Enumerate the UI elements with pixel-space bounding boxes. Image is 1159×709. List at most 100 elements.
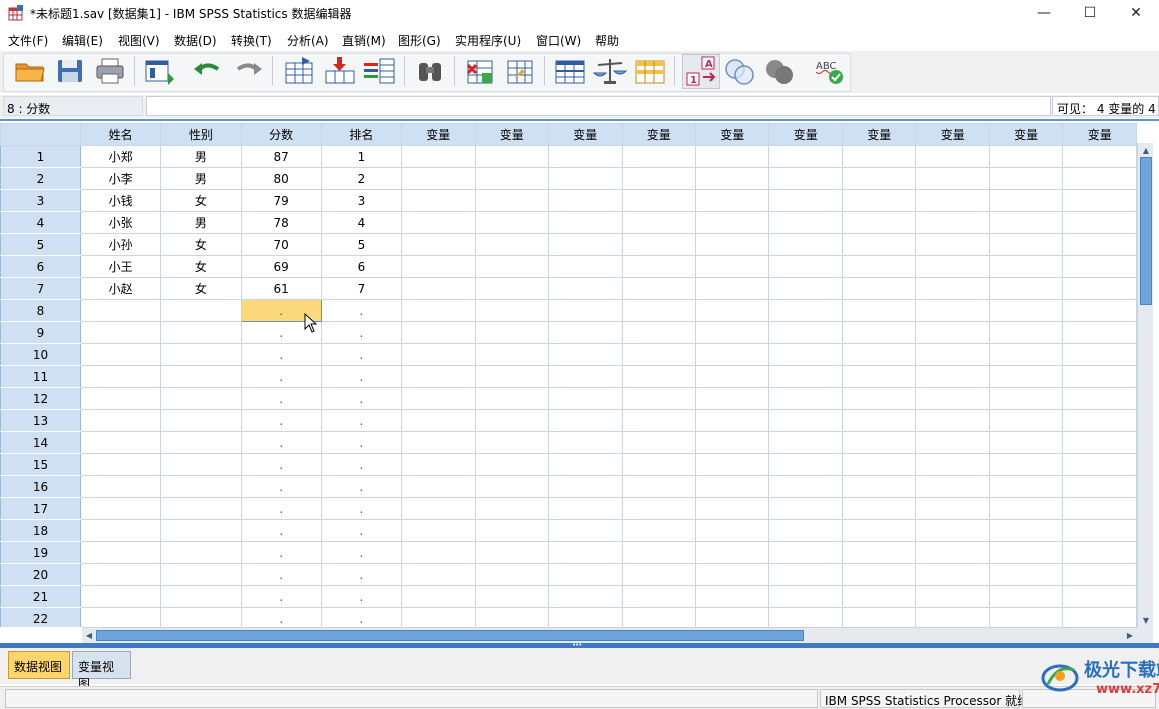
empty-variable-header[interactable]: 变量 — [915, 123, 990, 146]
empty-variable-header[interactable]: 变量 — [768, 123, 843, 146]
data-cell[interactable] — [160, 365, 242, 388]
data-cell[interactable]: 5 — [320, 233, 403, 256]
empty-variable-header[interactable]: 变量 — [988, 123, 1064, 146]
data-cell[interactable] — [621, 211, 697, 234]
menu-data[interactable]: 数据(D) — [174, 32, 217, 49]
data-cell[interactable] — [841, 211, 917, 234]
tab-variable-view[interactable]: 变量视图 — [72, 651, 131, 691]
data-cell[interactable] — [694, 409, 770, 432]
find-icon[interactable] — [412, 55, 448, 87]
data-cell[interactable] — [79, 431, 162, 454]
data-cell[interactable] — [621, 607, 697, 627]
data-cell[interactable] — [79, 343, 162, 366]
data-cell[interactable] — [79, 299, 162, 322]
goto-variable-icon[interactable] — [322, 55, 358, 87]
data-cell[interactable] — [988, 233, 1064, 256]
data-cell[interactable] — [694, 343, 770, 366]
data-cell[interactable] — [548, 321, 623, 344]
data-cell[interactable] — [915, 277, 990, 300]
goto-case-icon[interactable] — [282, 55, 318, 87]
horizontal-scroll-thumb[interactable] — [96, 630, 804, 641]
data-cell[interactable] — [694, 453, 770, 476]
data-cell[interactable] — [401, 211, 476, 234]
data-cell[interactable] — [988, 387, 1064, 410]
menu-window[interactable]: 窗口(W) — [536, 32, 581, 49]
data-cell[interactable] — [988, 299, 1064, 322]
data-cell[interactable] — [915, 387, 990, 410]
data-cell[interactable] — [768, 519, 843, 542]
data-cell[interactable] — [915, 233, 990, 256]
weight-cases-icon[interactable] — [592, 55, 628, 87]
data-cell[interactable]: 87 — [240, 145, 322, 168]
empty-variable-header[interactable]: 变量 — [474, 123, 550, 146]
column-header[interactable]: 姓名 — [79, 123, 162, 146]
data-cell[interactable] — [79, 541, 162, 564]
data-cell[interactable] — [160, 453, 242, 476]
data-cell[interactable] — [694, 497, 770, 520]
data-cell[interactable] — [1062, 607, 1137, 627]
data-cell[interactable] — [621, 497, 697, 520]
data-cell[interactable] — [694, 563, 770, 586]
empty-variable-header[interactable]: 变量 — [621, 123, 697, 146]
data-cell[interactable] — [160, 475, 242, 498]
data-cell[interactable] — [915, 343, 990, 366]
data-cell[interactable] — [160, 519, 242, 542]
spell-check-icon[interactable]: ABC — [810, 55, 846, 87]
data-cell[interactable] — [841, 343, 917, 366]
data-cell[interactable] — [915, 365, 990, 388]
data-cell[interactable] — [548, 541, 623, 564]
data-cell[interactable] — [768, 475, 843, 498]
menu-view[interactable]: 视图(V) — [118, 32, 160, 49]
insert-cases-icon[interactable] — [462, 55, 498, 87]
data-cell[interactable] — [1062, 365, 1137, 388]
data-cell[interactable] — [621, 585, 697, 608]
menu-analyze[interactable]: 分析(A) — [287, 32, 329, 49]
data-cell[interactable] — [474, 365, 550, 388]
data-cell[interactable]: . — [320, 607, 403, 627]
data-cell[interactable] — [79, 321, 162, 344]
minimize-button[interactable]: — — [1021, 0, 1067, 26]
data-cell[interactable]: 4 — [320, 211, 403, 234]
data-cell[interactable]: . — [320, 387, 403, 410]
data-cell[interactable] — [401, 563, 476, 586]
empty-variable-header[interactable]: 变量 — [401, 123, 476, 146]
data-cell[interactable]: . — [240, 541, 322, 564]
data-cell[interactable] — [1062, 145, 1137, 168]
data-cell[interactable] — [694, 519, 770, 542]
data-cell[interactable] — [988, 585, 1064, 608]
data-cell[interactable] — [768, 497, 843, 520]
data-cell[interactable] — [841, 409, 917, 432]
data-cell[interactable] — [841, 365, 917, 388]
data-cell[interactable]: . — [320, 431, 403, 454]
row-number[interactable]: 12 — [0, 387, 81, 410]
data-cell[interactable] — [768, 145, 843, 168]
data-cell[interactable] — [474, 343, 550, 366]
variables-icon[interactable] — [362, 55, 398, 87]
menu-file[interactable]: 文件(F) — [8, 32, 48, 49]
data-cell[interactable] — [694, 321, 770, 344]
data-cell[interactable]: . — [240, 453, 322, 476]
data-cell[interactable] — [621, 365, 697, 388]
data-cell[interactable]: . — [240, 563, 322, 586]
data-cell[interactable] — [841, 321, 917, 344]
data-cell[interactable]: . — [320, 299, 403, 322]
data-cell[interactable] — [841, 299, 917, 322]
undo-icon[interactable] — [190, 55, 226, 87]
data-cell[interactable] — [401, 453, 476, 476]
data-cell[interactable] — [768, 563, 843, 586]
data-cell[interactable] — [160, 497, 242, 520]
data-cell[interactable] — [548, 563, 623, 586]
data-cell[interactable] — [915, 211, 990, 234]
data-cell[interactable] — [841, 453, 917, 476]
data-cell[interactable] — [694, 255, 770, 278]
data-cell[interactable] — [841, 431, 917, 454]
data-cell[interactable] — [768, 585, 843, 608]
data-cell[interactable]: . — [240, 607, 322, 627]
data-cell[interactable] — [474, 497, 550, 520]
row-number[interactable]: 18 — [0, 519, 81, 542]
data-cell[interactable] — [160, 607, 242, 627]
data-cell[interactable] — [474, 167, 550, 190]
data-cell[interactable] — [988, 475, 1064, 498]
data-cell[interactable] — [841, 255, 917, 278]
data-cell[interactable] — [694, 167, 770, 190]
